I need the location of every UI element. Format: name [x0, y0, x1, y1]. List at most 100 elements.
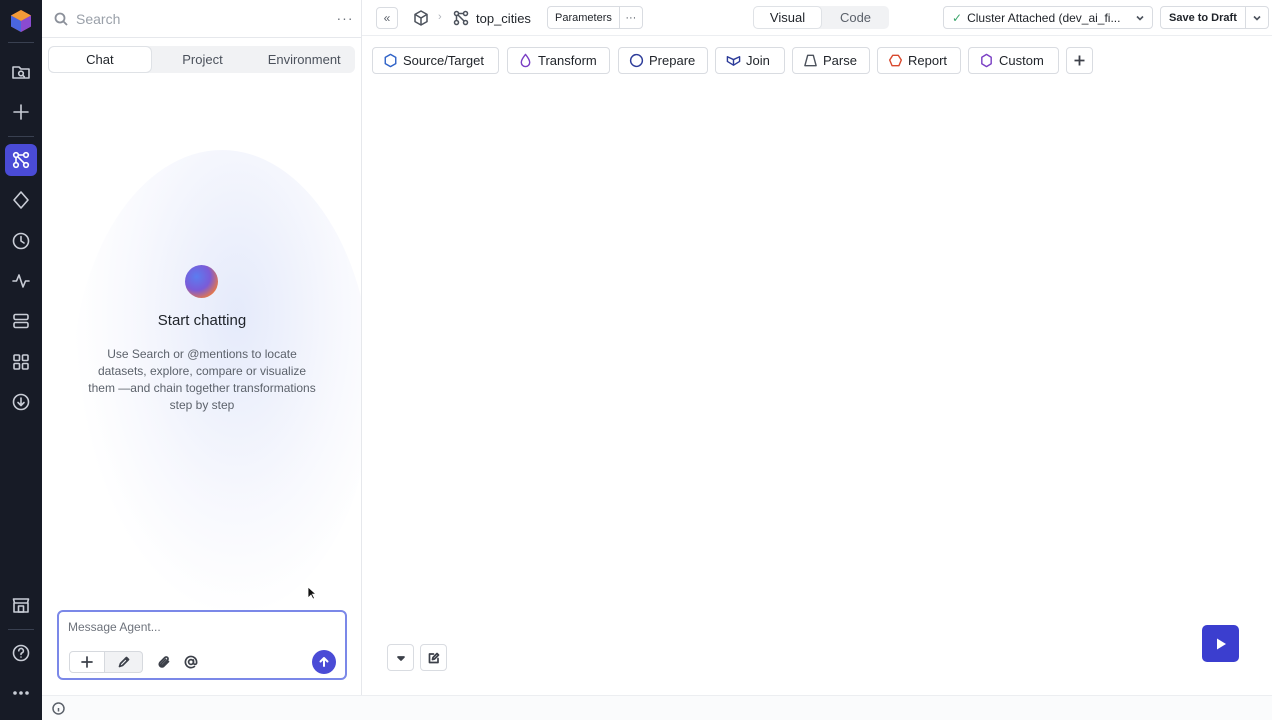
help-icon	[12, 644, 30, 662]
message-input[interactable]	[68, 620, 328, 640]
send-button[interactable]	[312, 650, 336, 674]
code-view-button[interactable]: Code	[822, 6, 889, 29]
chat-empty-title: Start chatting	[157, 312, 247, 329]
parameters-more-button[interactable]: ···	[620, 7, 642, 28]
tab-project[interactable]: Project	[152, 46, 254, 73]
custom-hexagon-icon	[981, 53, 992, 68]
side-search-bar: ···	[42, 0, 361, 38]
view-toggle: Visual Code	[753, 6, 889, 29]
agent-orb-icon	[185, 265, 218, 298]
tab-chat[interactable]: Chat	[49, 47, 151, 72]
trapezoid-icon	[804, 54, 817, 67]
play-icon	[1216, 638, 1226, 649]
gem-label: Report	[908, 53, 948, 68]
cluster-selector[interactable]: ✓ Cluster Attached (dev_ai_fi...	[943, 6, 1153, 29]
edit-mode-button[interactable]	[105, 651, 143, 673]
report-icon	[888, 54, 903, 67]
gem-label: Transform	[538, 53, 597, 68]
side-panel: ··· Chat Project Environment Start chatt…	[42, 0, 362, 695]
rail-help-button[interactable]	[5, 637, 37, 669]
rail-datasets-button[interactable]	[5, 305, 37, 337]
gem-label: Custom	[999, 53, 1044, 68]
more-horizontal-icon	[13, 691, 29, 695]
hexagon-icon	[384, 53, 397, 68]
rail-divider	[8, 42, 34, 43]
canvas-edit-button[interactable]	[420, 644, 447, 671]
folder-search-icon	[12, 66, 30, 79]
rail-divider	[8, 629, 34, 630]
rail-history-button[interactable]	[5, 225, 37, 257]
tab-environment[interactable]: Environment	[253, 46, 355, 73]
rail-create-button[interactable]	[5, 96, 37, 128]
run-pipeline-button[interactable]	[1202, 625, 1239, 662]
chevron-down-icon	[1253, 15, 1261, 21]
cube-icon	[414, 10, 428, 26]
gem-transform-button[interactable]: Transform	[507, 47, 610, 74]
chat-empty-description: Use Search or @mentions to locate datase…	[88, 347, 316, 412]
save-options-button[interactable]	[1246, 7, 1268, 28]
message-composer	[57, 610, 347, 680]
save-group: Save to Draft	[1160, 6, 1269, 29]
chevron-down-icon	[1135, 12, 1145, 22]
cluster-status-text: Cluster Attached (dev_ai_fi...	[967, 10, 1121, 25]
app-logo-icon[interactable]	[9, 9, 33, 33]
search-icon	[54, 12, 68, 26]
gem-custom-button[interactable]: Custom	[968, 47, 1059, 74]
gem-report-button[interactable]: Report	[877, 47, 961, 74]
grid-icon	[13, 354, 29, 370]
gem-parse-button[interactable]: Parse	[792, 47, 870, 74]
status-bar	[42, 695, 1272, 720]
gem-label: Prepare	[649, 53, 696, 68]
status-info-button[interactable]	[52, 702, 65, 715]
mention-button[interactable]	[181, 651, 201, 673]
mouse-cursor-icon	[307, 586, 317, 600]
pipeline-icon	[453, 10, 469, 26]
side-more-button[interactable]: ···	[336, 11, 354, 27]
rail-monitoring-button[interactable]	[5, 265, 37, 297]
parameters-button[interactable]: Parameters	[548, 7, 620, 28]
rail-apps-button[interactable]	[5, 346, 37, 378]
rail-more-button[interactable]	[5, 677, 37, 709]
gem-prepare-button[interactable]: Prepare	[618, 47, 708, 74]
pipeline-type-icon-wrap	[452, 9, 470, 27]
breadcrumb-separator: ›	[438, 11, 442, 23]
check-icon: ✓	[952, 10, 963, 25]
save-to-draft-button[interactable]: Save to Draft	[1161, 7, 1246, 28]
rail-download-button[interactable]	[5, 386, 37, 418]
gem-source-target-button[interactable]: Source/Target	[372, 47, 499, 74]
download-circle-icon	[12, 393, 30, 411]
rail-browse-button[interactable]	[5, 56, 37, 88]
send-arrow-icon	[319, 657, 329, 667]
plus-icon	[13, 104, 29, 120]
rail-marketplace-button[interactable]	[5, 589, 37, 621]
collapse-sidebar-button[interactable]: «	[376, 7, 398, 29]
search-input[interactable]	[76, 10, 326, 27]
side-tabs: Chat Project Environment	[48, 46, 355, 73]
activity-icon	[12, 274, 30, 288]
add-gem-button[interactable]	[1066, 47, 1093, 74]
plus-icon	[81, 656, 93, 668]
diamond-icon	[13, 191, 29, 209]
left-rail	[0, 0, 42, 720]
add-context-button[interactable]	[69, 651, 105, 673]
droplet-icon	[520, 53, 531, 68]
top-bar: « › top_cities Parameters ··· Visual Cod…	[362, 0, 1272, 36]
pipeline-name[interactable]: top_cities	[476, 11, 531, 26]
project-breadcrumb[interactable]	[412, 9, 430, 27]
gem-label: Source/Target	[403, 53, 484, 68]
canvas-dropdown-button[interactable]	[387, 644, 414, 671]
server-icon	[13, 313, 29, 329]
pencil-icon	[118, 656, 129, 668]
gem-label: Join	[746, 53, 770, 68]
caret-down-icon	[396, 655, 405, 661]
pipeline-icon	[12, 151, 30, 169]
attach-button[interactable]	[154, 651, 174, 673]
gem-join-button[interactable]: Join	[715, 47, 785, 74]
edit-square-icon	[428, 652, 439, 663]
rail-gems-button[interactable]	[5, 184, 37, 216]
plus-icon	[1074, 55, 1085, 66]
visual-view-button[interactable]: Visual	[754, 7, 821, 28]
info-icon	[52, 702, 65, 715]
clock-icon	[12, 232, 30, 250]
rail-pipelines-button[interactable]	[5, 144, 37, 176]
